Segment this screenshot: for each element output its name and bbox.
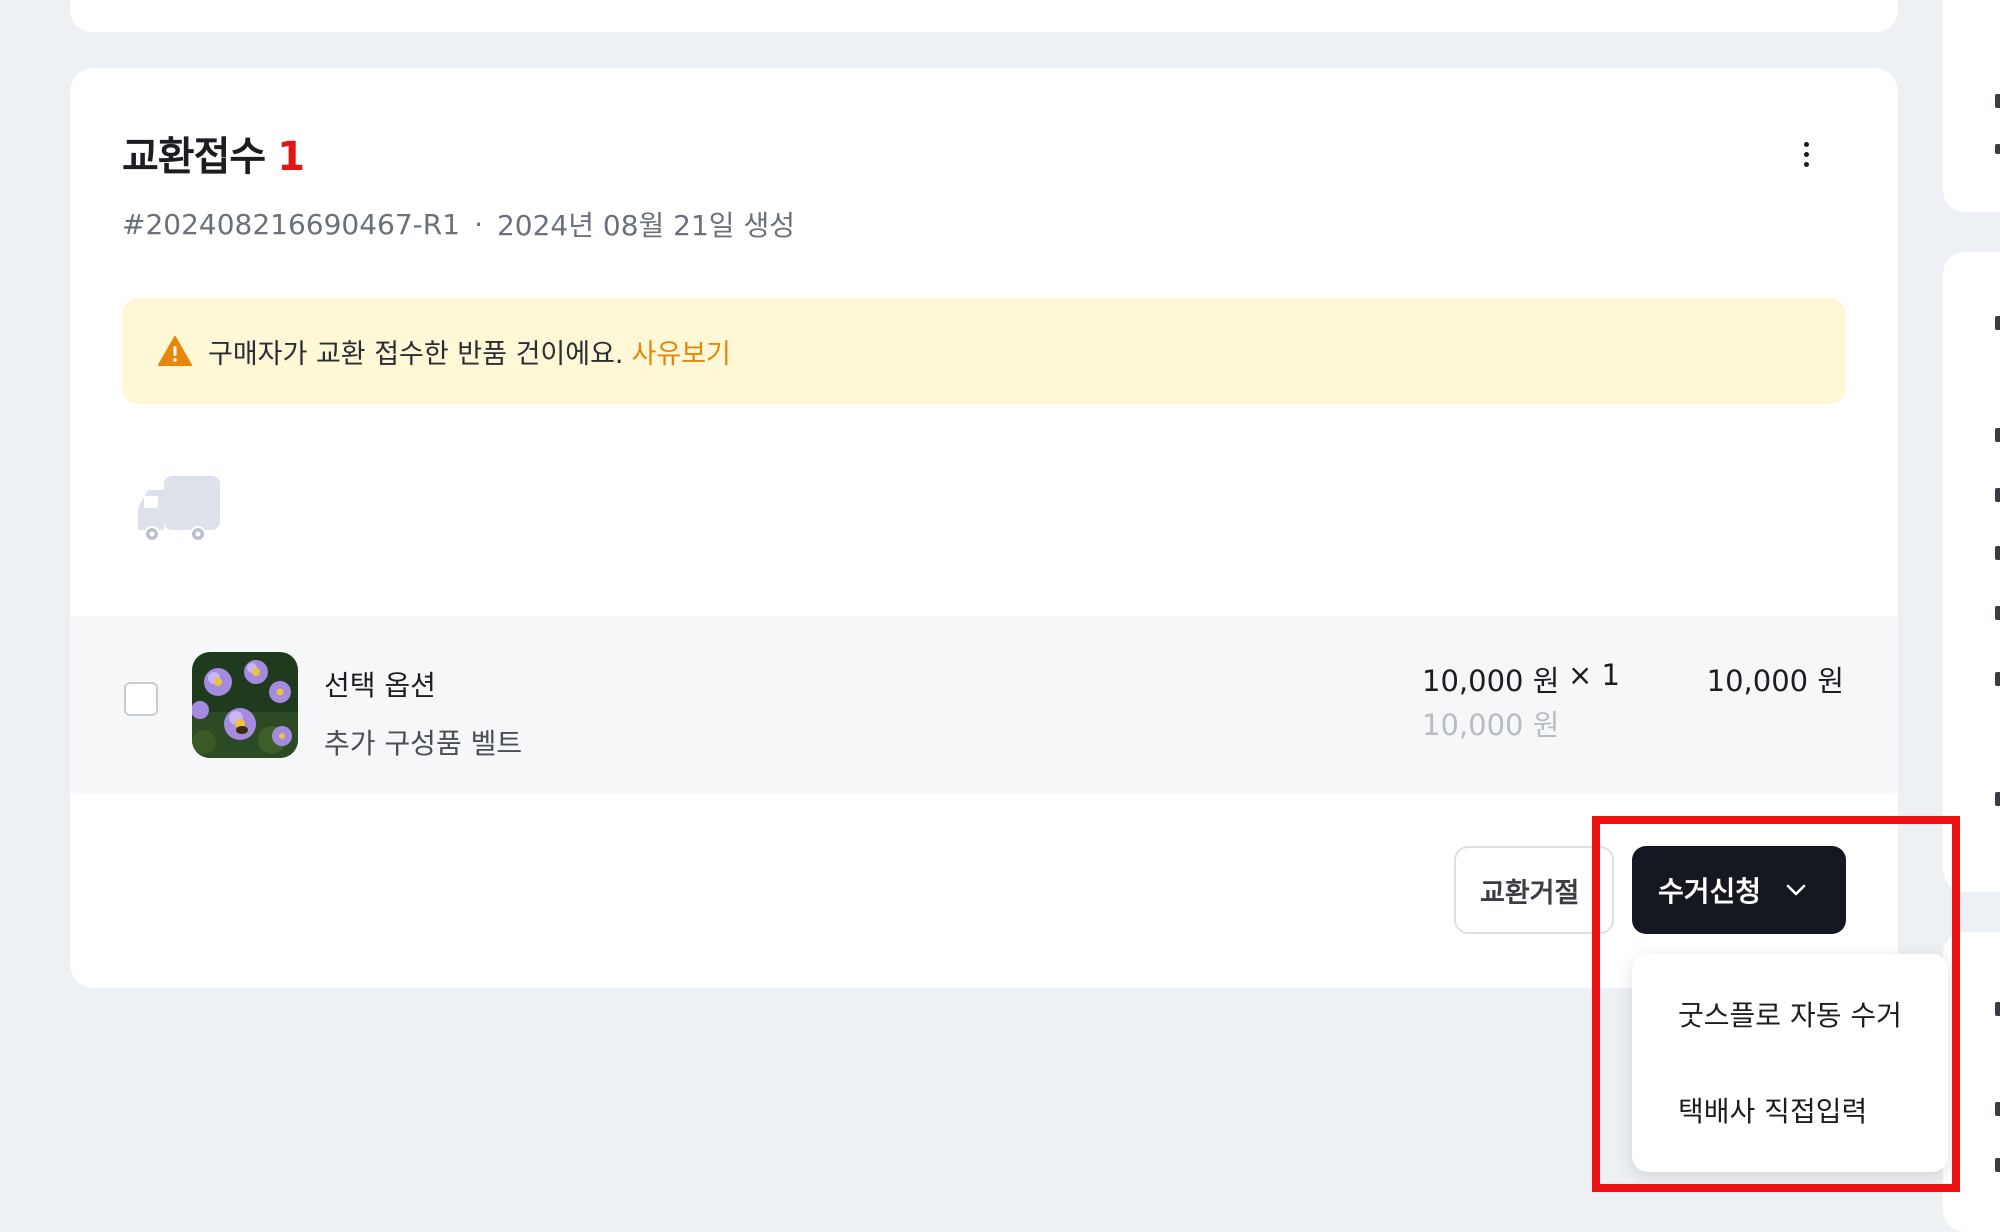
warning-icon xyxy=(158,336,192,366)
more-dot xyxy=(1803,161,1809,167)
total-price: 10,000 원 xyxy=(1706,664,1844,698)
side-text-fragment xyxy=(1995,1102,2000,1116)
pickup-request-label: 수거신청 xyxy=(1658,875,1762,908)
chevron-down-icon xyxy=(1786,884,1806,896)
side-text-fragment xyxy=(1995,546,2000,560)
pickup-dropdown-menu: 굿스플로 자동 수거 택배사 직접입력 xyxy=(1632,954,1948,1172)
more-dot xyxy=(1803,141,1809,147)
order-id: #202408216690467-R1 xyxy=(122,207,461,241)
order-meta: #202408216690467-R1 · 2024년 08월 21일 생성 xyxy=(122,204,795,244)
card-title-count: 1 xyxy=(277,134,305,180)
original-price: 10,000 원 xyxy=(1422,708,1560,742)
side-text-fragment xyxy=(1995,672,2000,686)
quantity: × 1 xyxy=(1568,658,1620,692)
side-text-fragment xyxy=(1995,144,2000,154)
side-text-fragment xyxy=(1995,1158,2000,1172)
side-panel-bottom xyxy=(1943,932,2000,1232)
side-text-fragment xyxy=(1995,792,2000,806)
side-text-fragment xyxy=(1995,1002,2000,1016)
product-thumbnail xyxy=(192,652,298,758)
pickup-request-button[interactable]: 수거신청 xyxy=(1632,846,1846,934)
created-date: 2024년 08월 21일 생성 xyxy=(496,209,795,242)
notice-text: 구매자가 교환 접수한 반품 건이에요. xyxy=(208,338,624,370)
menu-item-goodsflow-auto-pickup[interactable]: 굿스플로 자동 수거 xyxy=(1678,994,1902,1034)
side-text-fragment xyxy=(1995,428,2000,442)
previous-card xyxy=(70,0,1898,32)
truck-icon xyxy=(138,476,220,542)
side-text-fragment xyxy=(1995,316,2000,330)
more-dot xyxy=(1803,151,1809,157)
menu-item-courier-manual-input[interactable]: 택배사 직접입력 xyxy=(1678,1090,1867,1130)
option-subtitle: 추가 구성품 벨트 xyxy=(324,727,523,760)
reject-exchange-button[interactable]: 교환거절 xyxy=(1454,846,1614,934)
view-reason-link[interactable]: 사유보기 xyxy=(632,332,731,371)
side-text-fragment xyxy=(1995,488,2000,502)
notice-banner: 구매자가 교환 접수한 반품 건이에요. 사유보기 xyxy=(122,298,1846,404)
side-text-fragment xyxy=(1995,94,2000,108)
product-checkbox[interactable] xyxy=(124,682,158,716)
side-panel-top xyxy=(1943,0,2000,212)
flower-image xyxy=(192,652,298,758)
exchange-card: 교환접수 1 #202408216690467-R1 · 2024년 08월 2… xyxy=(70,68,1898,988)
unit-price: 10,000 원 xyxy=(1422,664,1560,698)
more-options-button[interactable] xyxy=(1788,132,1824,176)
option-name: 선택 옵션 xyxy=(324,669,436,702)
card-title-label: 교환접수 xyxy=(122,134,266,180)
side-text-fragment xyxy=(1995,606,2000,620)
meta-separator: · xyxy=(474,207,483,241)
side-panel-middle xyxy=(1943,252,2000,892)
product-row: 선택 옵션 추가 구성품 벨트 10,000 원 × 1 10,000 원 10… xyxy=(70,616,1898,794)
card-title: 교환접수 1 xyxy=(122,124,305,182)
reject-exchange-label: 교환거절 xyxy=(1480,877,1580,909)
